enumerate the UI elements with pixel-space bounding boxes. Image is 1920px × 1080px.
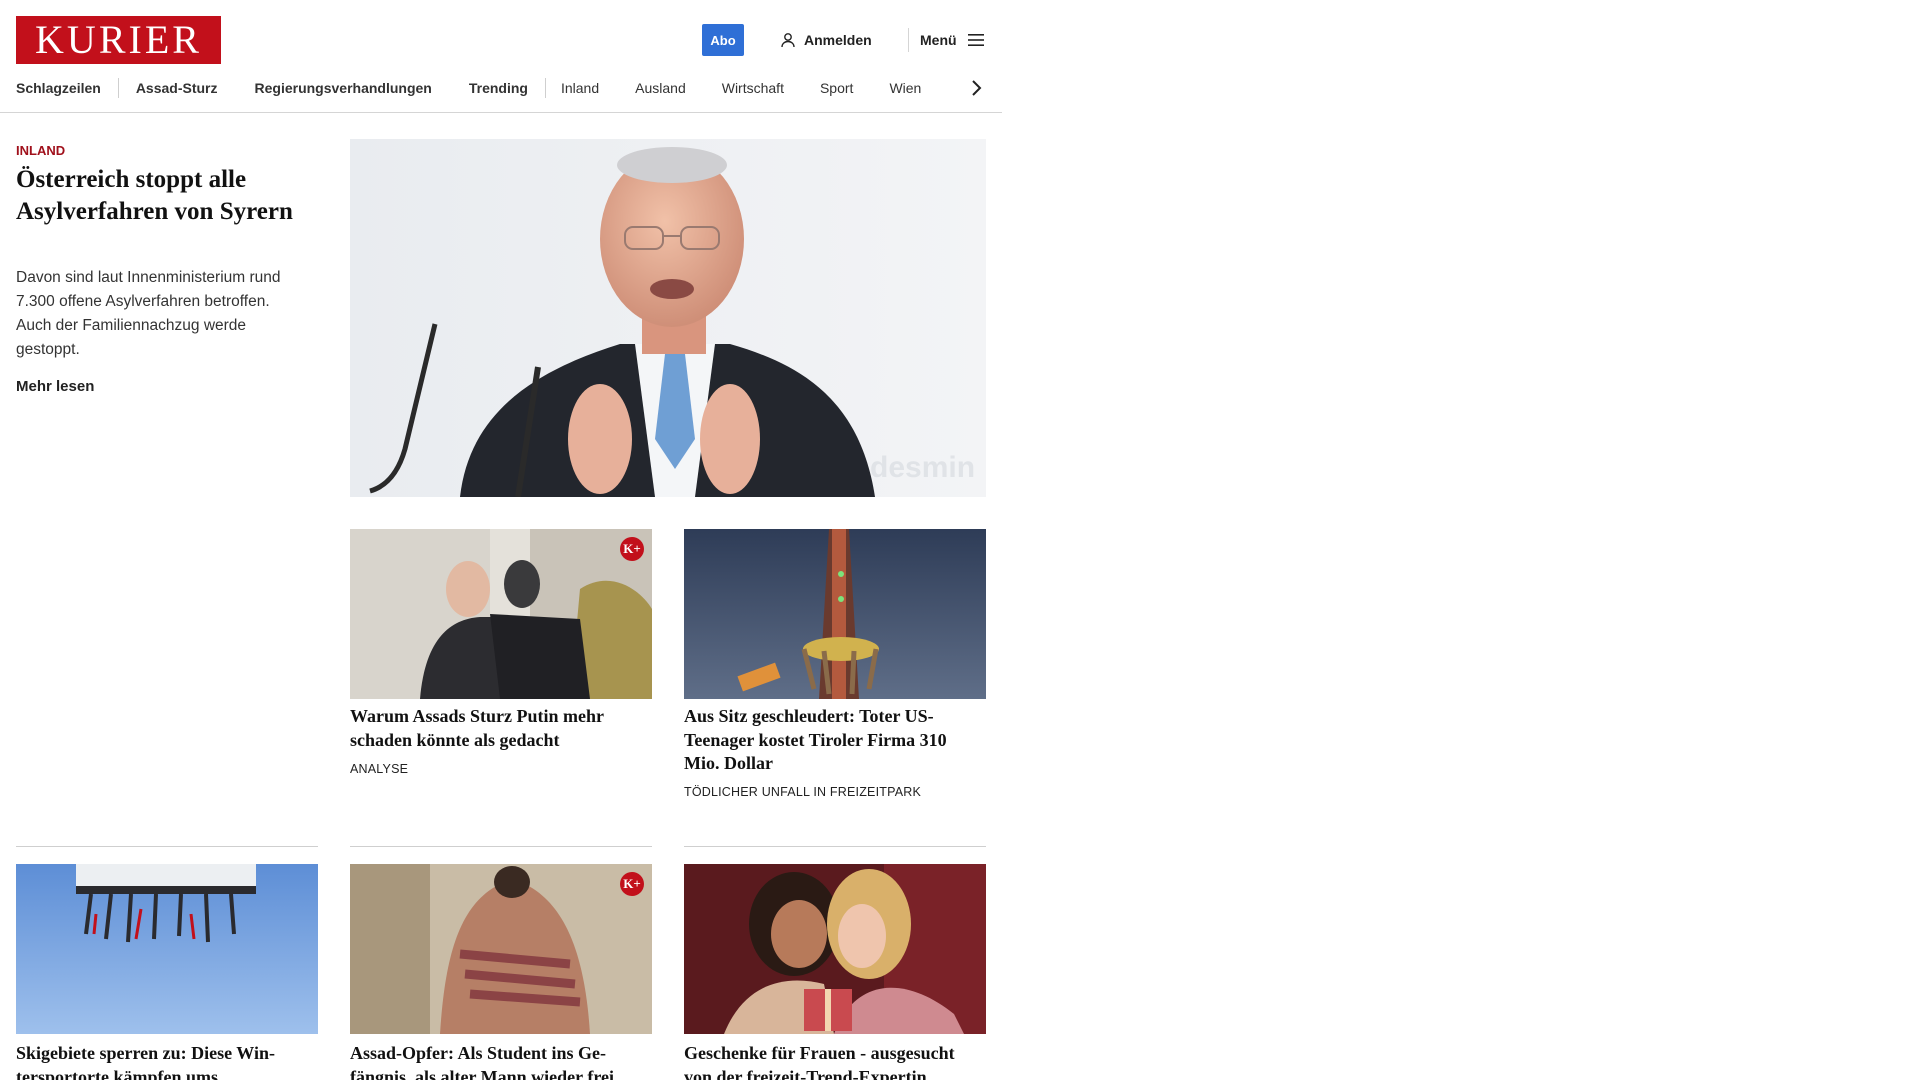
putin-assad-photo [350, 529, 652, 699]
article-headline[interactable]: Geschenke für Frauen - ausgesucht von de… [684, 1042, 986, 1080]
article-headline[interactable]: Warum Assads Sturz Putin mehr schaden kö… [350, 705, 652, 752]
login-label: Anmelden [804, 32, 872, 48]
article-headline[interactable]: Assad-Opfer: Als Student ins Ge­fängnis,… [350, 1042, 652, 1080]
lead-image[interactable]: desmin [350, 139, 986, 497]
article-card[interactable]: Geschenke für Frauen - ausgesucht von de… [684, 846, 986, 1080]
article-thumbnail [16, 864, 318, 1034]
card-divider [350, 846, 652, 847]
nav-divider [544, 78, 546, 98]
card-divider [16, 846, 318, 847]
article-thumbnail [684, 864, 986, 1034]
nav-item-schlagzeilen[interactable]: Schlagzeilen [16, 80, 101, 96]
nav-item-assad-sturz[interactable]: Assad-Sturz [136, 80, 218, 96]
image-watermark: desmin [870, 451, 975, 484]
nav-item-ausland[interactable]: Ausland [635, 80, 686, 96]
chevron-right-icon [972, 80, 982, 96]
user-icon [781, 33, 795, 48]
article-thumbnail [684, 529, 986, 699]
politician-photo: desmin [350, 139, 986, 497]
article-thumbnail: K+ [350, 529, 652, 699]
nav-item-trending[interactable]: Trending [469, 80, 528, 96]
premium-badge: K+ [620, 872, 644, 896]
nav-item-inland[interactable]: Inland [561, 80, 599, 96]
nav-item-regierungsverhandlungen[interactable]: Regierungsverhandlungen [255, 80, 432, 96]
article-card[interactable]: Skigebiete sperren zu: Diese Win­terspor… [16, 846, 318, 1080]
nav-item-sport[interactable]: Sport [820, 80, 853, 96]
lead-headline[interactable]: Österreich stoppt alle Asylverfahren von… [16, 164, 306, 228]
article-headline[interactable]: Aus Sitz geschleudert: Toter US-Teenager… [684, 705, 986, 776]
logo-text: KURIER [35, 17, 202, 62]
amusement-ride-photo [684, 529, 986, 699]
header-divider [908, 28, 909, 52]
card-divider [684, 846, 986, 847]
nav-item-wirtschaft[interactable]: Wirtschaft [722, 80, 784, 96]
premium-badge: K+ [620, 537, 644, 561]
nav-item-wien[interactable]: Wien [889, 80, 921, 96]
lead-category[interactable]: INLAND [16, 143, 65, 158]
article-card[interactable]: K+ Assad-Opfer: Als Student ins Ge­fängn… [350, 846, 652, 1080]
nav-divider-line [0, 112, 1002, 113]
article-kicker: TÖDLICHER UNFALL IN FREIZEITPARK [684, 785, 921, 799]
article-headline[interactable]: Skigebiete sperren zu: Diese Win­terspor… [16, 1042, 318, 1080]
article-kicker: ANALYSE [350, 762, 409, 776]
topic-nav: Schlagzeilen Assad-Sturz Regierungsverha… [16, 76, 1002, 100]
abo-button[interactable]: Abo [702, 24, 744, 56]
ski-lift-photo [16, 864, 318, 1034]
menu-label: Menü [920, 32, 957, 48]
hamburger-icon [967, 34, 984, 46]
login-button[interactable]: Anmelden [780, 30, 872, 50]
lead-teaser: Davon sind laut Innenministerium rund 7.… [16, 269, 281, 358]
article-thumbnail: K+ [350, 864, 652, 1034]
nav-divider [117, 78, 119, 98]
article-card[interactable]: K+ Warum Assads Sturz Putin mehr schaden… [350, 529, 652, 776]
scarred-back-photo [350, 864, 652, 1034]
article-card[interactable]: Aus Sitz geschleudert: Toter US-Teenager… [684, 529, 986, 799]
kurier-logo[interactable]: KURIER [16, 16, 221, 64]
nav-next-button[interactable] [964, 76, 988, 100]
gift-photo [684, 864, 986, 1034]
read-more-link[interactable]: Mehr lesen [16, 378, 94, 395]
menu-button[interactable]: Menü [920, 30, 985, 50]
